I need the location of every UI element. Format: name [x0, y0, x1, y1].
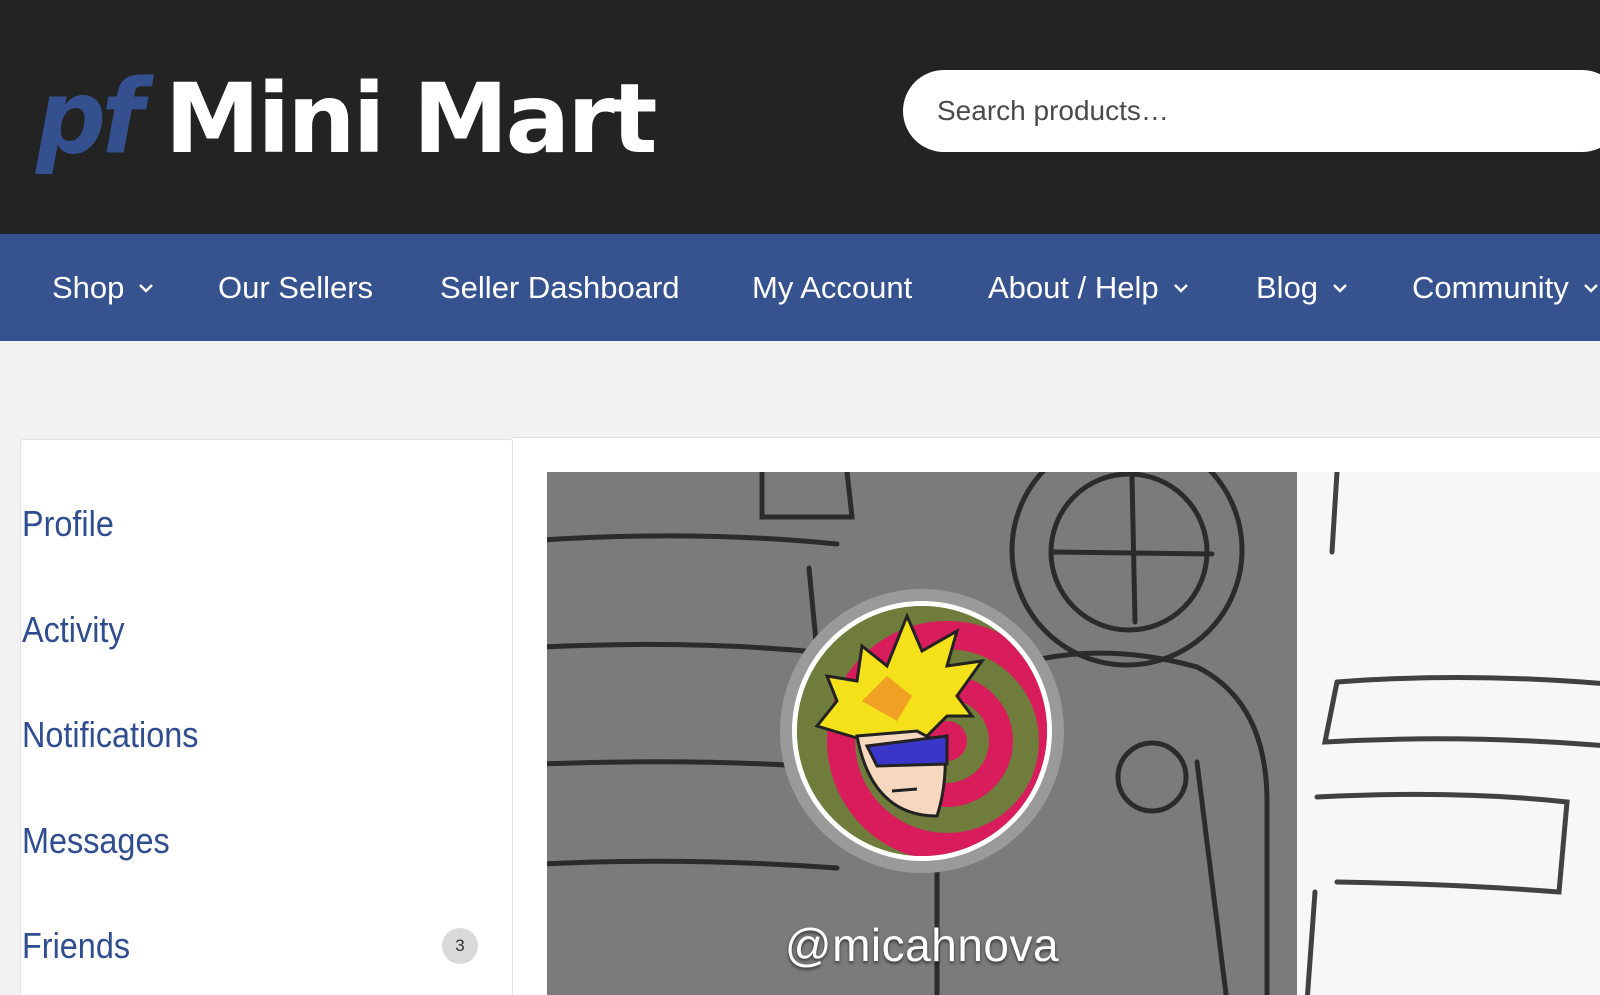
- nav-our-sellers-label: Our Sellers: [218, 269, 374, 305]
- chevron-down-icon: [1330, 278, 1350, 298]
- sidebar-item-label: Friends: [22, 925, 131, 966]
- nav-community-label: Community: [1412, 269, 1569, 305]
- avatar-frame: [780, 589, 1064, 873]
- nav-my-account[interactable]: My Account: [752, 234, 912, 341]
- cover-image-right: [1297, 472, 1600, 995]
- sidebar-item-label: Notifications: [22, 714, 199, 755]
- nav-blog-label: Blog: [1256, 269, 1319, 305]
- nav-about-help-label: About / Help: [988, 269, 1159, 305]
- nav-blog[interactable]: Blog: [1256, 234, 1350, 341]
- sidebar-item-label: Profile: [22, 503, 114, 544]
- nav-my-account-label: My Account: [752, 269, 913, 305]
- main-nav: Shop Our Sellers Seller Dashboard My Acc…: [0, 234, 1600, 341]
- avatar[interactable]: [792, 601, 1052, 861]
- sidebar-item-label: Activity: [22, 609, 125, 650]
- search-box: [903, 70, 1600, 152]
- chevron-down-icon: [1581, 278, 1600, 298]
- chevron-down-icon: [1171, 278, 1191, 298]
- nav-seller-dashboard-label: Seller Dashboard: [440, 269, 680, 305]
- friends-count-badge: 3: [442, 928, 478, 964]
- nav-our-sellers[interactable]: Our Sellers: [218, 234, 373, 341]
- site-logo[interactable]: pf Mini Mart: [36, 52, 658, 178]
- sidebar-item-label: Messages: [22, 820, 170, 861]
- sidebar-item-notifications[interactable]: Notifications: [22, 705, 472, 765]
- sidebar-item-profile[interactable]: Profile: [22, 494, 472, 554]
- site-header: pf Mini Mart: [0, 0, 1600, 234]
- sidebar-item-activity[interactable]: Activity: [22, 600, 472, 660]
- search-input[interactable]: [937, 95, 1577, 127]
- sidebar-item-messages[interactable]: Messages: [22, 811, 472, 871]
- nav-shop-label: Shop: [52, 269, 125, 305]
- nav-shop[interactable]: Shop: [52, 234, 156, 341]
- profile-username: @micahnova: [784, 919, 1060, 971]
- sidebar-item-friends[interactable]: Friends 3: [22, 916, 478, 976]
- nav-community[interactable]: Community: [1412, 234, 1600, 341]
- chevron-down-icon: [136, 278, 156, 298]
- nav-seller-dashboard[interactable]: Seller Dashboard: [440, 234, 680, 341]
- nav-about-help[interactable]: About / Help: [988, 234, 1191, 341]
- logo-prefix: pf: [36, 58, 144, 178]
- logo-name: Mini Mart: [164, 63, 658, 175]
